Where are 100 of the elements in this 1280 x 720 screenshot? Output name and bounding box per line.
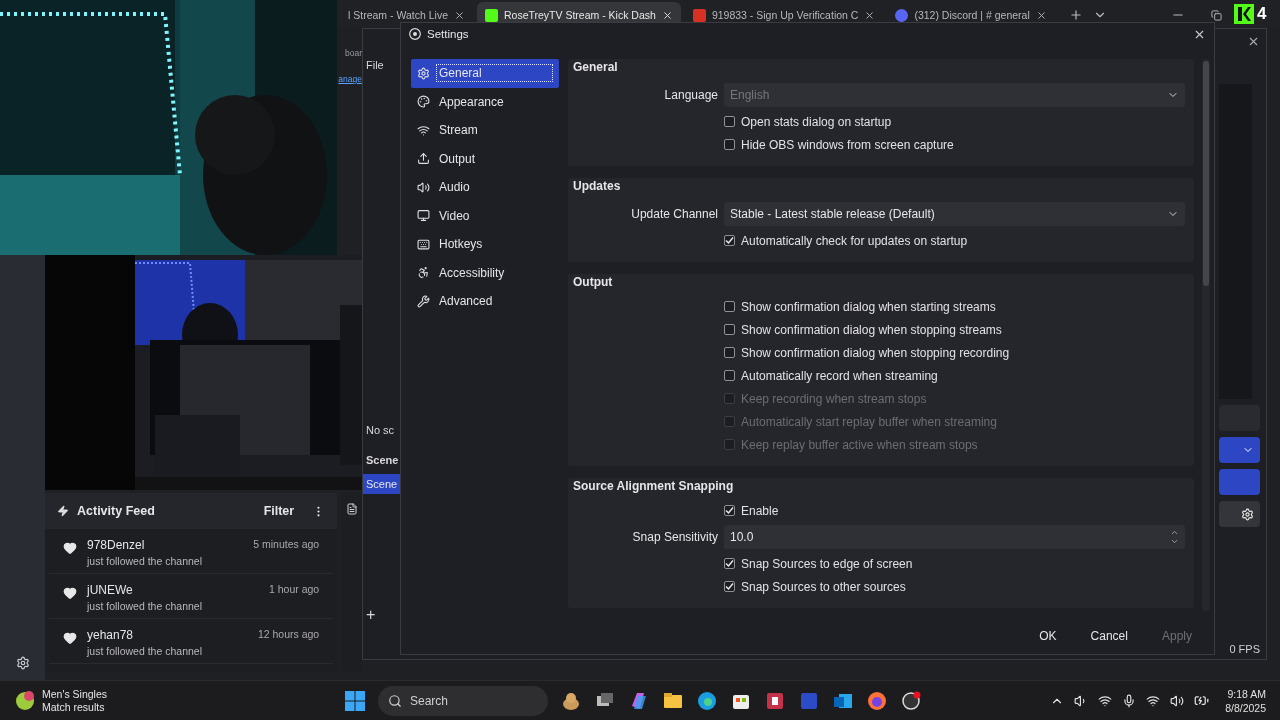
widget-title: Men's Singles xyxy=(42,687,108,701)
heart-icon xyxy=(63,631,77,645)
settings-icon[interactable] xyxy=(15,656,30,670)
heart-icon xyxy=(63,541,77,555)
start-icon[interactable] xyxy=(344,689,366,712)
fps-readout: 0 FPS xyxy=(1229,643,1260,655)
sidebar-item[interactable]: Hotkeys xyxy=(411,230,559,259)
clock-time: 9:18 AM xyxy=(1227,686,1266,701)
checkmark-icon xyxy=(725,506,734,515)
close-icon[interactable] xyxy=(454,9,465,21)
settings-icon xyxy=(1241,507,1254,521)
app-logo-icon[interactable] xyxy=(900,689,922,712)
scrollbar[interactable] xyxy=(1202,59,1210,611)
section-title: General xyxy=(573,60,619,74)
palette-icon xyxy=(417,95,430,109)
upload-icon xyxy=(417,152,430,166)
browser-tab[interactable]: 919833 - Sign Up Verification C xyxy=(684,2,884,28)
dropdown[interactable]: Stable - Latest stable release (Default) xyxy=(724,202,1185,226)
microphone-icon[interactable] xyxy=(1122,693,1137,708)
keyboard-icon xyxy=(417,237,430,251)
section-title: Updates xyxy=(573,179,622,193)
checkbox[interactable]: Snap Sources to other sources xyxy=(724,579,1185,594)
add-button[interactable]: + xyxy=(366,606,376,624)
document-icon xyxy=(346,503,359,515)
field-label: Language xyxy=(663,88,718,102)
clock-date: 8/8/2025 xyxy=(1225,700,1266,715)
activity-text: just followed the channel xyxy=(87,555,203,567)
checkbox[interactable]: Show confirmation dialog when starting streams xyxy=(724,299,1185,314)
checkbox[interactable]: Show confirmation dialog when stopping streams xyxy=(724,322,1185,337)
spin-box[interactable]: 10.0 xyxy=(724,525,1185,549)
checkbox[interactable]: Enable xyxy=(724,503,1185,518)
accessibility-icon xyxy=(417,266,430,280)
sidebar-item[interactable]: Stream xyxy=(411,116,559,145)
checkmark-icon xyxy=(725,582,734,591)
field-label: Snap Sensitivity xyxy=(631,530,718,544)
panel-title: Scene xyxy=(366,454,399,466)
checkbox[interactable]: Open stats dialog on startup xyxy=(724,114,1185,129)
close-icon[interactable] xyxy=(1247,35,1260,48)
checkbox[interactable]: Snap Sources to edge of screen xyxy=(724,556,1185,571)
wifi-icon xyxy=(417,123,430,137)
scene-item[interactable]: Scene xyxy=(363,474,401,494)
link[interactable]: anage xyxy=(338,74,362,84)
close-icon[interactable] xyxy=(864,9,876,21)
checkbox[interactable]: Hide OBS windows from screen capture xyxy=(724,137,1185,152)
battery-icon[interactable] xyxy=(1194,693,1210,708)
follower-name: yehan78 xyxy=(87,628,134,642)
page-text: boar xyxy=(345,48,362,58)
follower-count: 4 xyxy=(1257,4,1267,24)
square-logo-icon xyxy=(1234,4,1254,24)
firefox-icon[interactable] xyxy=(866,689,888,712)
monitor-icon xyxy=(417,209,430,223)
search-icon xyxy=(388,693,402,708)
square-logo-icon xyxy=(485,8,498,22)
sidebar-item[interactable]: General xyxy=(411,59,559,88)
field-label: Update Channel xyxy=(630,207,718,221)
restore-icon[interactable] xyxy=(1211,10,1222,21)
sidebar-item[interactable]: Video xyxy=(411,201,559,230)
close-icon[interactable] xyxy=(1035,9,1047,21)
sidebar-item[interactable]: Audio xyxy=(411,173,559,202)
checkbox[interactable]: Automatically check for updates on startup xyxy=(724,233,1185,248)
widget-subtitle: Match results xyxy=(42,700,106,714)
lightning-icon xyxy=(57,505,69,517)
wifi-icon[interactable] xyxy=(1146,693,1161,708)
dialog-button[interactable]: OK xyxy=(1031,625,1065,647)
checkmark-icon xyxy=(725,559,734,568)
filter-button[interactable]: Filter xyxy=(263,504,295,518)
timestamp: 1 hour ago xyxy=(268,583,320,597)
speaker-icon[interactable] xyxy=(1170,693,1185,708)
timestamp: 5 minutes ago xyxy=(253,538,320,552)
chat-logo-icon xyxy=(895,8,909,22)
follower-name: jUNEWe xyxy=(87,583,133,597)
activity-text: just followed the channel xyxy=(87,600,203,612)
settings-button[interactable] xyxy=(1219,501,1260,527)
sidebar-item[interactable]: Output xyxy=(411,144,559,173)
browser-tab[interactable]: (312) Discord | # general xyxy=(887,2,1055,28)
section-title: Output xyxy=(573,275,614,289)
sidebar-item[interactable]: Advanced xyxy=(411,287,559,316)
checkmark-icon xyxy=(725,236,734,245)
search-field[interactable]: Search xyxy=(378,685,548,716)
window-title: Settings xyxy=(427,28,470,40)
dialog-button[interactable]: Cancel xyxy=(1082,625,1136,647)
tennis-icon xyxy=(14,689,36,712)
gear-icon xyxy=(417,66,430,80)
menu-item[interactable]: File xyxy=(366,59,384,71)
follower-name: 978Denzel xyxy=(87,538,145,552)
browser-tab[interactable]: l Stream - Watch Live xyxy=(340,2,473,28)
sidebar-item[interactable]: Appearance xyxy=(411,87,559,116)
checkbox[interactable]: Show confirmation dialog when stopping recording xyxy=(724,345,1185,360)
app-logo-icon xyxy=(409,28,421,40)
new-tab-icon[interactable] xyxy=(1068,8,1083,22)
panel-title: Activity Feed xyxy=(77,504,156,518)
speaker-icon xyxy=(417,180,430,194)
sidebar-item[interactable]: Accessibility xyxy=(411,258,559,287)
browser-icon[interactable] xyxy=(696,689,718,712)
timestamp: 12 hours ago xyxy=(257,628,320,642)
close-icon[interactable] xyxy=(661,9,673,21)
section-title: Source Alignment Snapping xyxy=(573,479,735,493)
checkbox[interactable]: Automatically record when streaming xyxy=(724,368,1185,383)
activity-text: just followed the channel xyxy=(87,645,203,657)
heart-icon xyxy=(63,586,77,600)
